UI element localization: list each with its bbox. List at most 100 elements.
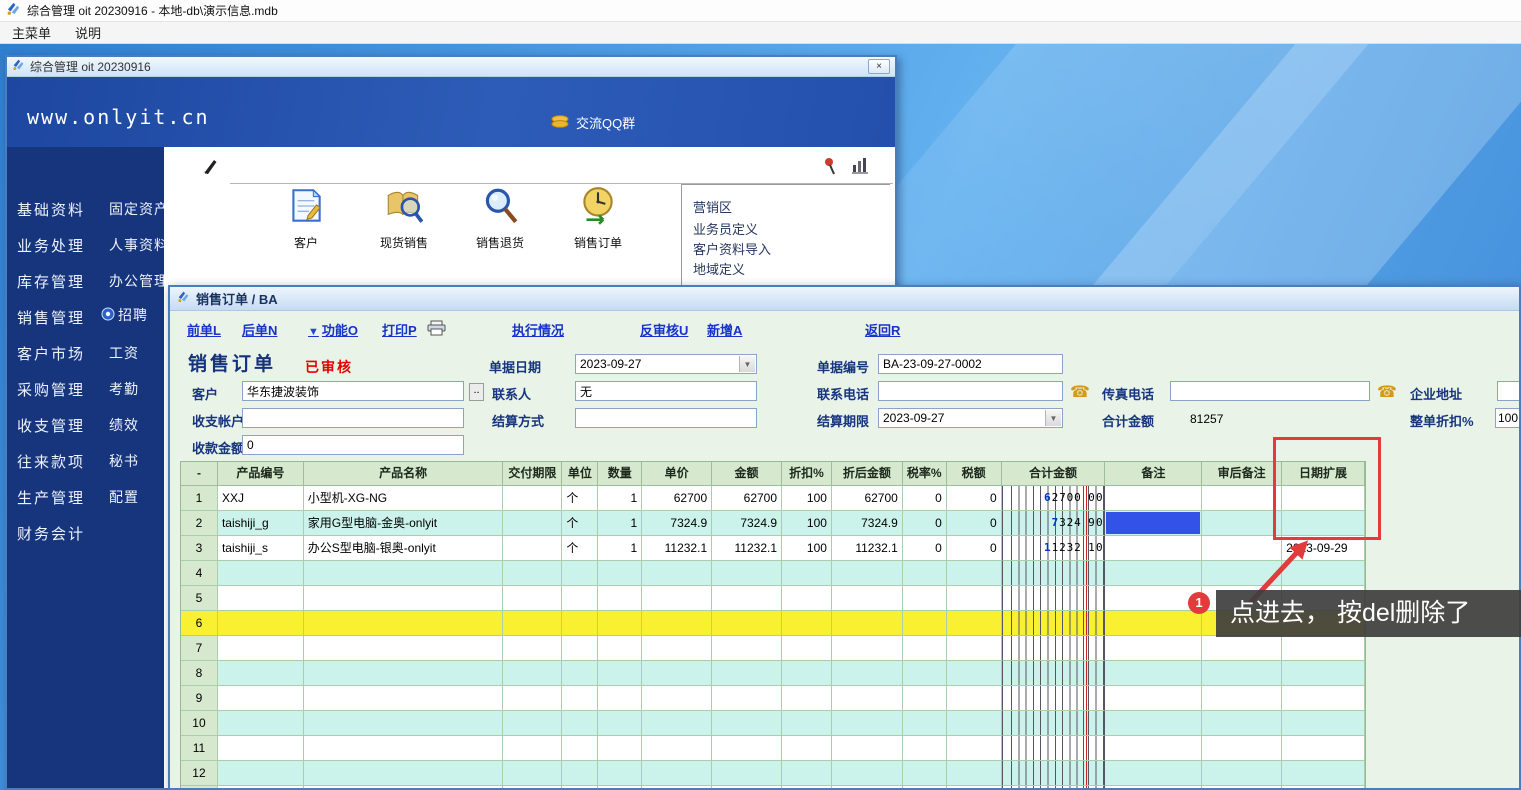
cell-tax[interactable]: 0 [947, 536, 1002, 561]
cell-price[interactable] [642, 611, 712, 636]
cell-deliver[interactable] [503, 586, 562, 611]
cell-tax_rate[interactable] [903, 711, 947, 736]
cell-disc_amount[interactable] [832, 736, 903, 761]
cell-date_ext[interactable] [1282, 636, 1365, 661]
cell-name[interactable] [304, 561, 504, 586]
cell-disc_amount[interactable] [832, 611, 903, 636]
cell-tax[interactable]: 0 [947, 511, 1002, 536]
cell-disc_amount[interactable] [832, 786, 903, 790]
fax-input[interactable] [1170, 381, 1370, 401]
cell-disc_amount[interactable]: 62700 [832, 486, 903, 511]
toolbar-function-button[interactable]: ▼功能O [308, 320, 358, 339]
cell-date_ext[interactable] [1282, 736, 1365, 761]
sidebar-item-salary[interactable]: 工资 [109, 343, 139, 363]
close-button[interactable]: × [868, 59, 890, 74]
cell-deliver[interactable] [503, 561, 562, 586]
customer-input[interactable] [242, 381, 464, 401]
phone-icon[interactable]: ☎ [1377, 382, 1397, 402]
sidebar-item-fixed-assets[interactable]: 固定资产 [109, 199, 169, 219]
cell-price[interactable] [642, 561, 712, 586]
bar-chart-icon[interactable] [852, 157, 868, 179]
cell-unit[interactable] [562, 786, 598, 790]
cell-tax[interactable] [947, 636, 1002, 661]
cell-amount[interactable] [712, 561, 782, 586]
cell-qty[interactable] [598, 761, 642, 786]
cell-tax_rate[interactable] [903, 586, 947, 611]
cell-code[interactable]: taishiji_s [218, 536, 304, 561]
cell-tax_rate[interactable]: 0 [903, 536, 947, 561]
sidebar-item-customer[interactable]: 客户市场 [17, 343, 85, 364]
cell-discount[interactable] [782, 561, 832, 586]
col-header-code[interactable]: 产品编号 [218, 462, 304, 486]
sidebar-item-office[interactable]: 办公管理 [109, 271, 169, 291]
cell-price[interactable] [642, 661, 712, 686]
cell-deliver[interactable] [503, 611, 562, 636]
cell-price[interactable] [642, 736, 712, 761]
cell-date_ext[interactable] [1282, 786, 1365, 790]
cell-code[interactable] [218, 761, 304, 786]
account-input[interactable] [242, 408, 464, 428]
cell-note[interactable] [1105, 561, 1202, 586]
cell-tax[interactable] [947, 561, 1002, 586]
cell-tax[interactable] [947, 586, 1002, 611]
cell-code[interactable]: XXJ [218, 486, 304, 511]
cell-num[interactable]: 8 [181, 661, 218, 686]
cell-tax_rate[interactable] [903, 661, 947, 686]
cell-num[interactable]: 2 [181, 511, 218, 536]
cell-price[interactable]: 7324.9 [642, 511, 712, 536]
cell-date_ext[interactable] [1282, 711, 1365, 736]
cell-name[interactable]: 小型机-XG-NG [304, 486, 504, 511]
cell-post_note[interactable] [1202, 711, 1282, 736]
cell-unit[interactable] [562, 561, 598, 586]
cell-num[interactable]: 10 [181, 711, 218, 736]
col-header-post_note[interactable]: 审后备注 [1202, 462, 1282, 486]
cell-disc_amount[interactable] [832, 586, 903, 611]
sidebar-item-performance[interactable]: 绩效 [109, 415, 139, 435]
cell-num[interactable]: 7 [181, 636, 218, 661]
cell-price[interactable]: 11232.1 [642, 536, 712, 561]
cell-unit[interactable]: 个 [562, 486, 598, 511]
cell-num[interactable]: 9 [181, 686, 218, 711]
cell-post_note[interactable] [1202, 661, 1282, 686]
cell-note[interactable] [1105, 486, 1202, 511]
cell-tax_rate[interactable] [903, 761, 947, 786]
cell-num[interactable]: 5 [181, 586, 218, 611]
cell-total[interactable]: 1123210 [1002, 536, 1106, 561]
cell-note[interactable] [1105, 761, 1202, 786]
cell-amount[interactable] [712, 711, 782, 736]
list-item-region-def[interactable]: 地域定义 [693, 259, 745, 278]
cell-num[interactable]: 4 [181, 561, 218, 586]
cell-disc_amount[interactable] [832, 686, 903, 711]
cell-deliver[interactable] [503, 636, 562, 661]
cell-disc_amount[interactable] [832, 761, 903, 786]
cell-discount[interactable] [782, 586, 832, 611]
cell-price[interactable] [642, 686, 712, 711]
cell-num[interactable]: 12 [181, 761, 218, 786]
cell-amount[interactable]: 62700 [712, 486, 782, 511]
cell-code[interactable] [218, 711, 304, 736]
cell-tax_rate[interactable]: 0 [903, 511, 947, 536]
cell-note[interactable] [1105, 536, 1202, 561]
cell-note[interactable] [1105, 661, 1202, 686]
cell-post_note[interactable] [1202, 736, 1282, 761]
cell-post_note[interactable] [1202, 786, 1282, 790]
cell-discount[interactable]: 100 [782, 511, 832, 536]
settle-method-input[interactable] [575, 408, 757, 428]
cell-note[interactable] [1105, 686, 1202, 711]
cell-amount[interactable] [712, 661, 782, 686]
cell-amount[interactable] [712, 636, 782, 661]
cell-name[interactable] [304, 786, 504, 790]
cell-total[interactable] [1002, 786, 1106, 790]
phone-input[interactable] [878, 381, 1063, 401]
cell-tax[interactable] [947, 761, 1002, 786]
cell-name[interactable] [304, 736, 504, 761]
cell-qty[interactable] [598, 561, 642, 586]
cell-discount[interactable] [782, 686, 832, 711]
list-item-customer-import[interactable]: 客户资料导入 [693, 239, 771, 258]
cell-total[interactable] [1002, 661, 1106, 686]
doc-date-combo[interactable]: 2023-09-27 ▼ [575, 354, 757, 374]
cell-post_note[interactable] [1202, 761, 1282, 786]
col-header-deliver[interactable]: 交付期限 [503, 462, 562, 486]
cell-code[interactable] [218, 636, 304, 661]
qq-group-button[interactable]: 交流QQ群 [550, 113, 635, 132]
